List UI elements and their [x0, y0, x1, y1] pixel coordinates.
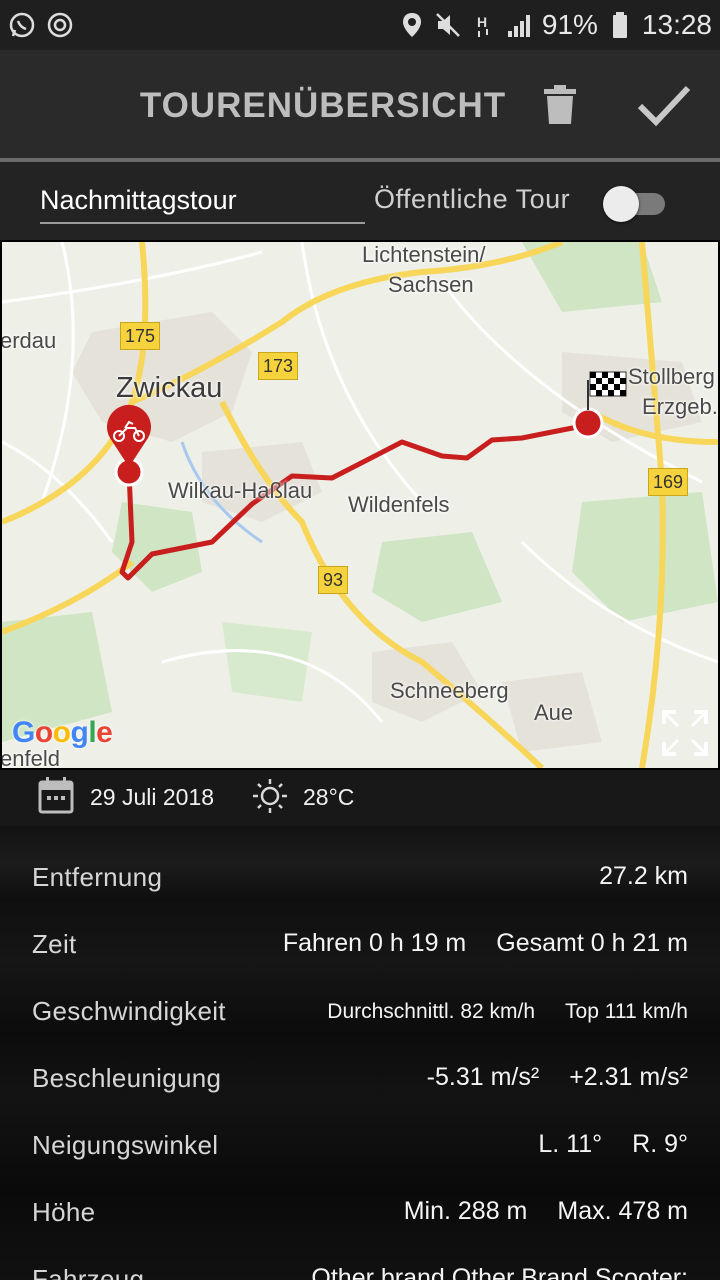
altitude-values: Min. 288 m Max. 478 m — [404, 1197, 688, 1226]
delete-button[interactable] — [542, 84, 578, 126]
stat-row-altitude: Höhe Min. 288 m Max. 478 m — [0, 1181, 720, 1241]
tour-name-row: Öffentliche Tour — [0, 162, 720, 240]
tour-stats: Entfernung 27.2 km Zeit Fahren 0 h 19 m … — [0, 826, 720, 1280]
time-values: Fahren 0 h 19 m Gesamt 0 h 21 m — [283, 929, 688, 958]
map-label-wilkau: Wilkau-Haßlau — [168, 478, 313, 503]
altitude-label: Höhe — [32, 1197, 96, 1227]
vehicle-values: Other brand Other Brand Scooter; — [311, 1264, 688, 1280]
calendar-icon — [38, 777, 74, 814]
mute-icon — [434, 11, 462, 39]
status-bar: H 91% 13:28 — [0, 0, 720, 50]
max-altitude: Max. 478 m — [557, 1197, 688, 1225]
speed-values: Durchschnittl. 82 km/h Top 111 km/h — [327, 1000, 688, 1024]
map-label-lichtenstein: Lichtenstein/ — [362, 242, 486, 267]
vehicle-value: Other brand Other Brand Scooter; — [311, 1264, 688, 1280]
checkmark-icon — [637, 85, 691, 127]
min-altitude: Min. 288 m — [403, 1197, 528, 1225]
public-tour-toggle[interactable] — [603, 186, 665, 222]
whatsapp-icon — [8, 11, 36, 39]
speed-label: Geschwindigkeit — [32, 996, 226, 1026]
map-label-sachsen: Sachsen — [388, 272, 474, 297]
battery-icon — [606, 11, 634, 39]
fullscreen-button[interactable] — [660, 708, 710, 758]
clock: 13:28 — [641, 9, 712, 40]
battery-percent: 91% — [541, 9, 598, 40]
road-badge-169: 169 — [648, 468, 689, 496]
svg-text:H: H — [477, 14, 487, 30]
location-icon — [398, 11, 426, 39]
map-label-erzgeb: Erzgeb. — [642, 394, 718, 419]
trash-icon — [544, 85, 576, 124]
distance-label: Entfernung — [32, 862, 163, 892]
stat-row-lean: Neigungswinkel L. 11° R. 9° — [0, 1114, 720, 1174]
route-map[interactable]: Lichtenstein/ Sachsen erdau Zwickau Stol… — [2, 242, 718, 768]
public-tour-label: Öffentliche Tour — [374, 184, 571, 214]
stat-row-acceleration: Beschleunigung -5.31 m/s² +2.31 m/s² — [0, 1047, 720, 1107]
finish-flag-icon — [589, 371, 627, 397]
google-logo: Google — [12, 716, 113, 749]
toggle-knob — [603, 186, 639, 222]
signal-icon — [506, 11, 534, 39]
top-speed: Top 111 km/h — [565, 1000, 688, 1023]
average-speed: Durchschnittl. 82 km/h — [327, 1000, 536, 1023]
map-label-zwickau: Zwickau — [116, 372, 223, 404]
map-label-erdau: erdau — [2, 328, 57, 353]
lean-label: Neigungswinkel — [32, 1130, 219, 1160]
map-label-schneeberg: Schneeberg — [390, 678, 509, 703]
driving-time: Fahren 0 h 19 m — [282, 929, 467, 957]
stat-row-distance: Entfernung 27.2 km — [0, 846, 720, 906]
lean-left: L. 11° — [538, 1130, 603, 1158]
stat-row-speed: Geschwindigkeit Durchschnittl. 82 km/h T… — [0, 980, 720, 1040]
sync-icon — [46, 11, 74, 39]
lean-values: L. 11° R. 9° — [538, 1130, 688, 1159]
tour-name-input[interactable] — [40, 178, 365, 224]
stat-row-vehicle: Fahrzeug Other brand Other Brand Scooter… — [0, 1248, 720, 1280]
distance-values: 27.2 km — [599, 862, 688, 891]
sun-icon — [253, 779, 287, 813]
lean-right: R. 9° — [632, 1130, 688, 1158]
vehicle-label: Fahrzeug — [32, 1264, 145, 1280]
max-acceleration: +2.31 m/s² — [569, 1063, 688, 1091]
tour-date: 29 Juli 2018 — [90, 784, 215, 810]
min-acceleration: -5.31 m/s² — [426, 1063, 540, 1091]
acceleration-label: Beschleunigung — [32, 1063, 222, 1093]
road-badge-175: 175 — [120, 322, 161, 350]
acceleration-values: -5.31 m/s² +2.31 m/s² — [427, 1063, 688, 1092]
map-label-stollberg: Stollberg — [628, 364, 715, 389]
confirm-button[interactable] — [636, 82, 692, 128]
start-marker-icon — [107, 404, 151, 487]
road-badge-173: 173 — [258, 352, 299, 380]
map-label-aue: Aue — [534, 700, 574, 725]
total-time: Gesamt 0 h 21 m — [496, 929, 688, 957]
tour-temperature: 28°C — [303, 784, 355, 810]
map-label-wildenfels: Wildenfels — [348, 492, 450, 517]
distance-value: 27.2 km — [599, 862, 688, 890]
stat-row-time: Zeit Fahren 0 h 19 m Gesamt 0 h 21 m — [0, 913, 720, 973]
expand-icon — [662, 710, 708, 756]
tour-info-row: 29 Juli 2018 28°C — [0, 770, 720, 826]
network-h-icon: H — [470, 11, 498, 39]
road-badge-93: 93 — [318, 566, 349, 594]
app-header: TOURENÜBERSICHT — [0, 50, 720, 160]
time-label: Zeit — [32, 929, 77, 959]
